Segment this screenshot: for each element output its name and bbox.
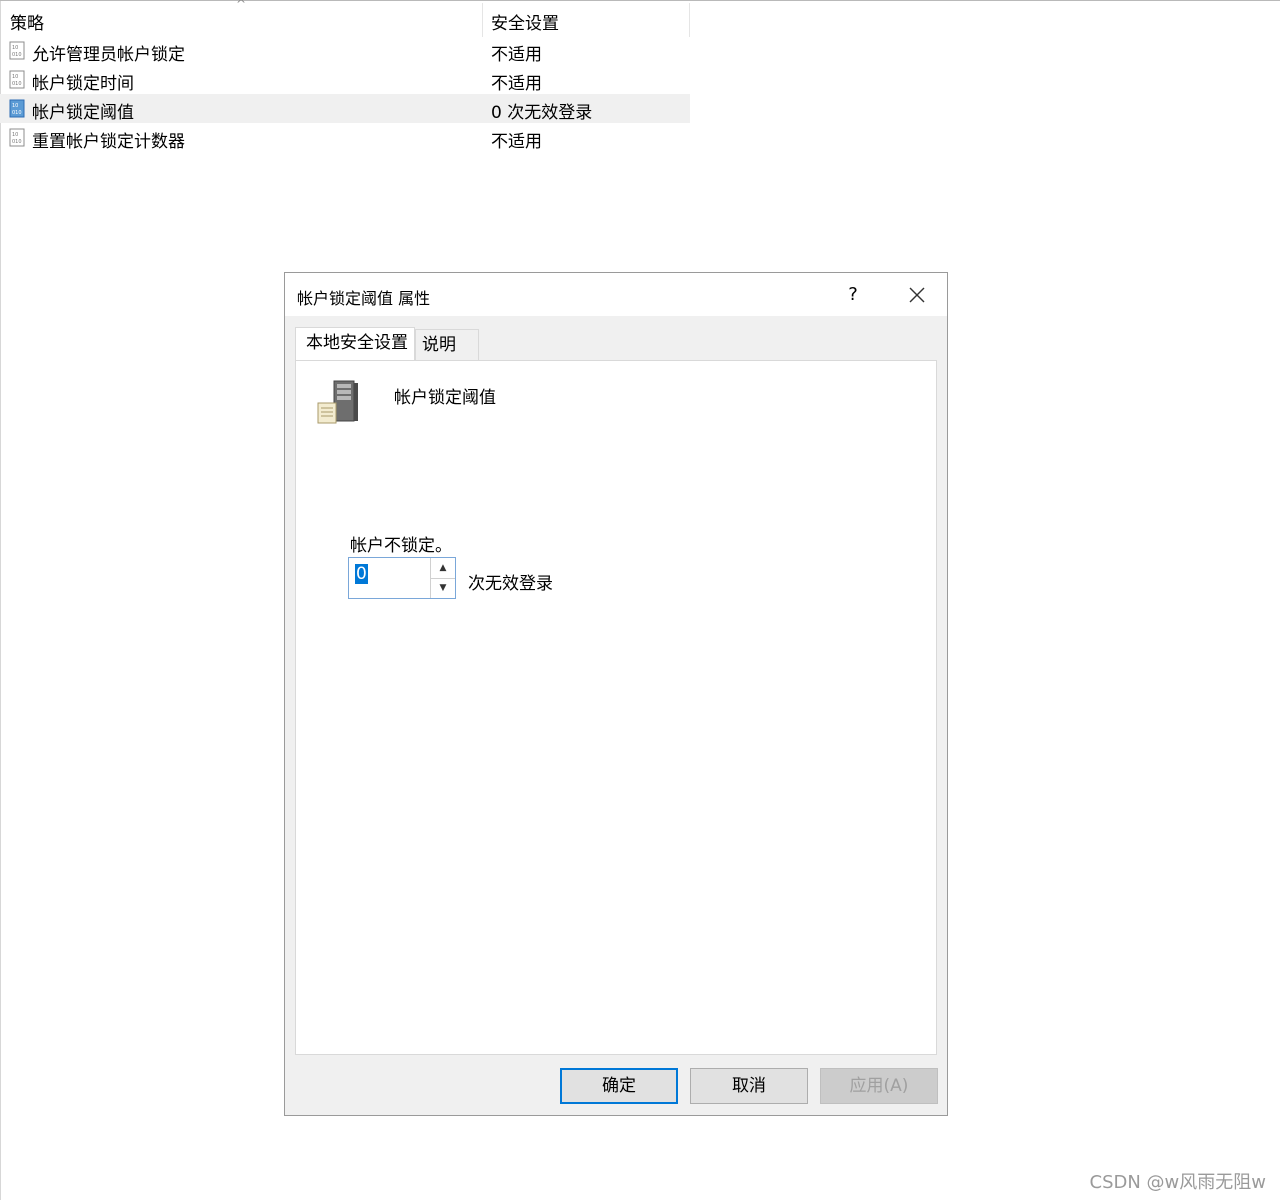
- list-item[interactable]: 10 010 帐户锁定时间 不适用: [0, 65, 690, 94]
- svg-text:10: 10: [12, 103, 18, 109]
- list-item[interactable]: 10 010 允许管理员帐户锁定 不适用: [0, 36, 690, 65]
- lockout-hint: 帐户不锁定。: [350, 536, 452, 556]
- svg-text:010: 010: [12, 139, 22, 145]
- policy-value: 不适用: [491, 74, 542, 94]
- close-icon: [909, 287, 925, 303]
- help-button[interactable]: ?: [835, 279, 871, 311]
- tab-panel: 帐户锁定阈值 帐户不锁定。 0 ▲ ▼ 次无效登录: [295, 360, 937, 1055]
- policy-value: 不适用: [491, 132, 542, 152]
- svg-text:010: 010: [12, 110, 22, 116]
- spin-up-icon[interactable]: ▲: [431, 558, 455, 579]
- svg-text:010: 010: [12, 81, 22, 87]
- policy-name: 允许管理员帐户锁定: [32, 45, 185, 65]
- threshold-value: 0: [355, 564, 368, 584]
- sort-ascending-icon: ^: [236, 0, 247, 11]
- svg-text:010: 010: [12, 52, 22, 58]
- policy-name: 帐户锁定阈值: [32, 103, 134, 123]
- list-header: ^ 策略 安全设置: [0, 0, 690, 37]
- apply-button[interactable]: 应用(A): [820, 1068, 938, 1104]
- policy-doc-icon: 10010: [9, 128, 25, 147]
- spin-down-icon[interactable]: ▼: [431, 578, 455, 598]
- unit-label: 次无效登录: [468, 574, 553, 594]
- dialog-title: 帐户锁定阈值 属性: [297, 289, 431, 308]
- column-divider[interactable]: [689, 3, 690, 37]
- policy-title: 帐户锁定阈值: [394, 388, 496, 408]
- policy-value: 0 次无效登录: [491, 103, 593, 123]
- column-header-policy[interactable]: 策略: [10, 9, 44, 34]
- policy-list: ^ 策略 安全设置 10 010 允许管理员帐户锁定 不适用 10 010 帐户锁定…: [0, 0, 1280, 161]
- policy-doc-icon: 10010: [9, 41, 25, 60]
- spinner-buttons: ▲ ▼: [430, 558, 455, 598]
- svg-text:10: 10: [12, 74, 18, 80]
- threshold-input[interactable]: 0: [355, 564, 368, 584]
- dialog-titlebar[interactable]: 帐户锁定阈值 属性 ?: [285, 273, 947, 316]
- server-icon: [317, 380, 358, 424]
- policy-value: 不适用: [491, 45, 542, 65]
- tab-description[interactable]: 说明: [415, 329, 479, 361]
- policy-doc-icon: 10010: [9, 70, 25, 89]
- properties-dialog: 帐户锁定阈值 属性 ? 说明 本地安全设置 帐户锁定阈值 帐户不锁定。 0 ▲ …: [284, 272, 948, 1116]
- tab-local-security-setting[interactable]: 本地安全设置: [295, 327, 415, 361]
- ok-button[interactable]: 确定: [560, 1068, 678, 1104]
- list-item-selected[interactable]: 10 010 帐户锁定阈值 0 次无效登录: [0, 94, 690, 123]
- svg-text:10: 10: [12, 132, 18, 138]
- policy-name: 帐户锁定时间: [32, 74, 134, 94]
- close-button[interactable]: [895, 279, 939, 311]
- list-item[interactable]: 10 010 重置帐户锁定计数器 不适用: [0, 123, 690, 152]
- policy-doc-icon: 10010: [9, 99, 25, 118]
- watermark: CSDN @w风雨无阻w: [1089, 1172, 1266, 1193]
- threshold-spinner[interactable]: 0 ▲ ▼: [348, 557, 456, 599]
- policy-name: 重置帐户锁定计数器: [32, 132, 185, 152]
- window-left-border: [0, 0, 1, 1200]
- column-header-security-setting[interactable]: 安全设置: [491, 9, 559, 34]
- cancel-button[interactable]: 取消: [690, 1068, 808, 1104]
- column-divider[interactable]: [482, 3, 483, 37]
- svg-text:10: 10: [12, 45, 18, 51]
